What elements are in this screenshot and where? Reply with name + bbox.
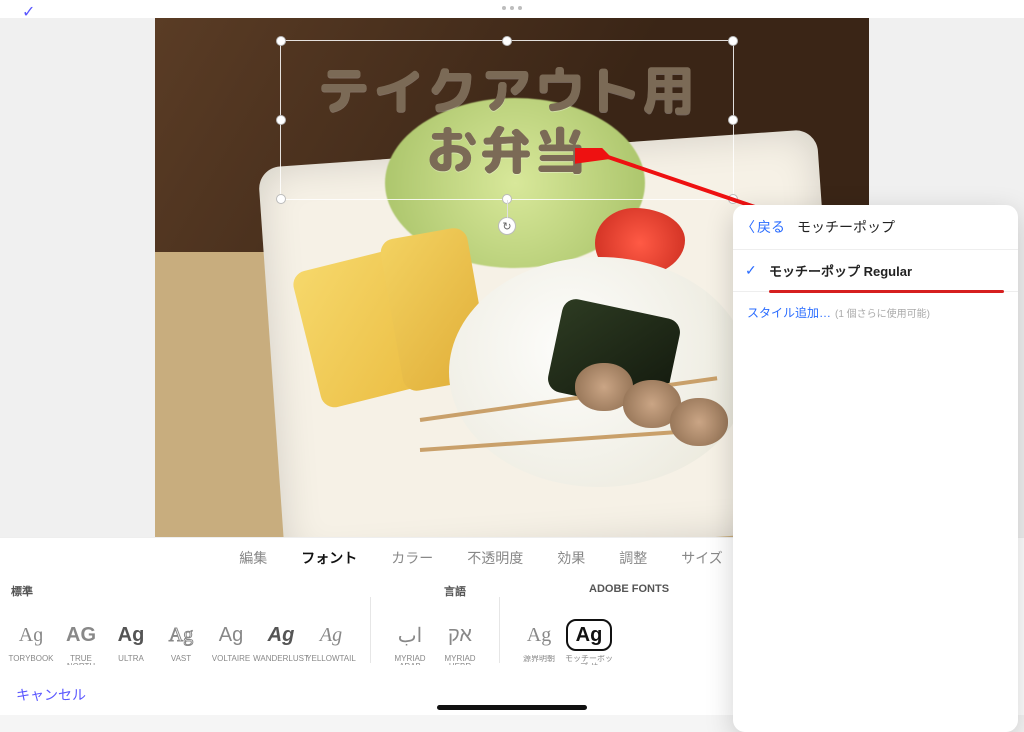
- font-swatch[interactable]: AgWANDERLUST: [256, 619, 306, 665]
- add-style-row[interactable]: スタイル追加…(1 個さらに使用可能): [733, 293, 1018, 332]
- tab-color[interactable]: カラー: [391, 548, 433, 568]
- font-style-row[interactable]: ✓ モッチーポップ Regular: [733, 250, 1018, 292]
- popover-title: モッチーポップ: [797, 217, 895, 237]
- group-title-standard: 標準: [11, 583, 33, 599]
- font-style-popover: 〈 戻る モッチーポップ ✓ モッチーポップ Regular スタイル追加…(1…: [733, 205, 1018, 732]
- font-style-name: モッチーポップ Regular: [769, 261, 912, 280]
- font-swatch[interactable]: AgULTRA: [106, 619, 156, 665]
- top-bar: ✓: [0, 0, 1024, 18]
- tab-size[interactable]: サイズ: [681, 548, 723, 568]
- home-indicator: [437, 705, 587, 710]
- text-layer[interactable]: テイクアウト用 お弁当 ↻: [280, 40, 734, 200]
- check-icon: ✓: [745, 262, 759, 279]
- rotate-handle[interactable]: ↻: [498, 217, 516, 235]
- font-swatch[interactable]: AɡVOLTAIRE: [206, 619, 256, 665]
- font-swatch[interactable]: AGTRUE NORTH: [56, 619, 106, 665]
- resize-handle-br[interactable]: [728, 194, 738, 204]
- font-swatch[interactable]: AgVAST: [156, 619, 206, 665]
- chevron-left-icon: 〈: [741, 217, 755, 237]
- tab-effects[interactable]: 効果: [557, 548, 585, 568]
- font-swatch[interactable]: אקMYRIAD HEBR: [435, 619, 485, 665]
- tab-opacity[interactable]: 不透明度: [467, 548, 523, 568]
- divider: [370, 597, 371, 663]
- resize-handle-mr[interactable]: [728, 115, 738, 125]
- popover-back-button[interactable]: 〈 戻る: [741, 217, 785, 237]
- resize-handle-ml[interactable]: [276, 115, 286, 125]
- tab-font[interactable]: フォント: [301, 548, 357, 568]
- resize-handle-tl[interactable]: [276, 36, 286, 46]
- cancel-button[interactable]: キャンセル: [16, 685, 86, 705]
- more-dots-icon[interactable]: [502, 6, 522, 10]
- font-swatch[interactable]: AgYELLOWTAIL: [306, 619, 356, 665]
- font-swatch[interactable]: AɡTORYBOOK: [6, 619, 56, 665]
- tab-edit[interactable]: 編集: [239, 548, 267, 568]
- font-swatch[interactable]: ابMYRIAD ARAB: [385, 619, 435, 665]
- font-swatch-selected[interactable]: Agモッチーポップ せ: [564, 619, 614, 665]
- group-title-language: 言語: [444, 583, 466, 599]
- resize-handle-tr[interactable]: [728, 36, 738, 46]
- text-content: テイクアウト用 お弁当: [318, 60, 696, 180]
- meat: [670, 398, 728, 446]
- font-swatch[interactable]: Ag源界明朝: [514, 619, 564, 665]
- divider: [499, 597, 500, 663]
- resize-handle-bl[interactable]: [276, 194, 286, 204]
- group-title-adobe: ADOBE FONTS: [589, 583, 669, 595]
- tab-adjust[interactable]: 調整: [619, 548, 647, 568]
- resize-handle-tm[interactable]: [502, 36, 512, 46]
